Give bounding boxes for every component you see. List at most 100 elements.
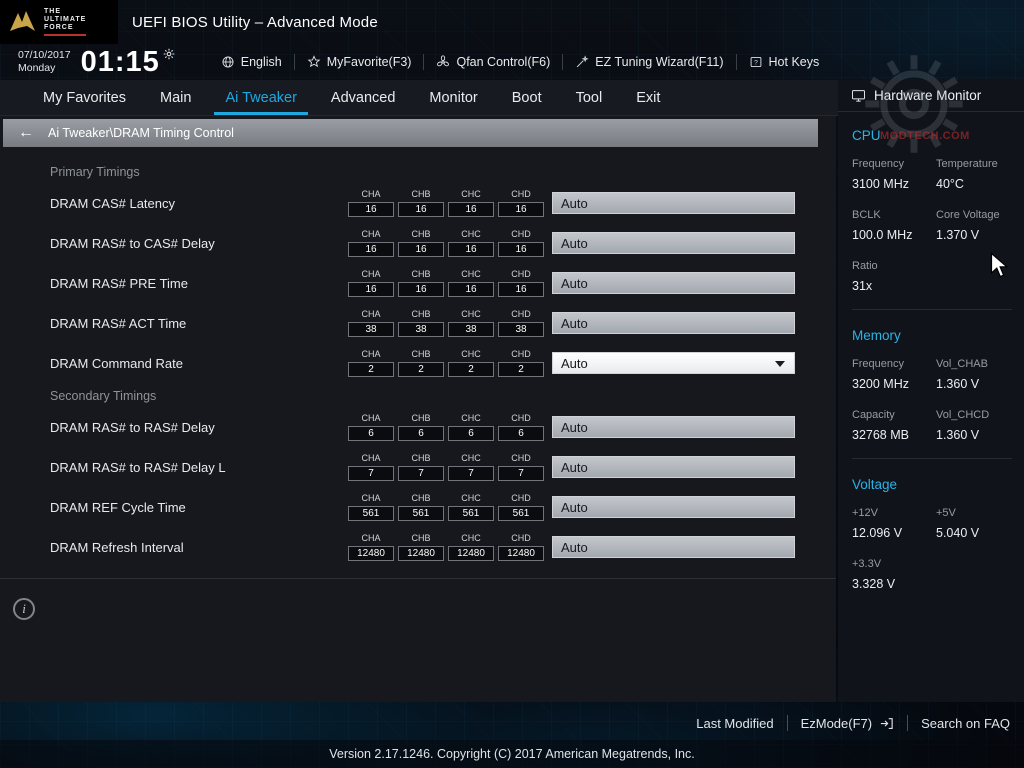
nav-tab-label: Main	[160, 89, 192, 106]
setting-value-field[interactable]: Auto	[552, 232, 795, 254]
setting-value-field[interactable]: Auto	[552, 352, 795, 374]
back-arrow-icon[interactable]: ←	[18, 125, 34, 141]
hw-metric-value: 100.0 MHz	[852, 228, 913, 242]
channel-value: 7	[498, 466, 544, 481]
settings-list: Primary Timings DRAM CAS# Latency CHA 16…	[0, 147, 836, 567]
channel-value: 12480	[398, 546, 444, 561]
tab-my-favorites[interactable]: My Favorites	[26, 80, 143, 115]
setting-value: Auto	[561, 459, 588, 475]
date-block: 07/10/2017 Monday	[18, 49, 71, 75]
setting-value-field[interactable]: Auto	[552, 312, 795, 334]
setting-value: Auto	[561, 275, 588, 291]
channel-header: CHB	[411, 453, 431, 463]
tab-exit[interactable]: Exit	[619, 80, 677, 115]
channel-value: 561	[498, 506, 544, 521]
channel-cell: CHD 16	[498, 269, 544, 297]
channel-header: CHA	[361, 309, 381, 319]
hw-metric-label: +3.3V	[852, 558, 882, 570]
setting-label: DRAM RAS# ACT Time	[50, 315, 187, 331]
channel-cell: CHA 2	[348, 349, 394, 377]
version-footer: Version 2.17.1246. Copyright (C) 2017 Am…	[0, 740, 1024, 768]
nav-tab-label: Monitor	[429, 89, 478, 106]
search-on-faq-button[interactable]: Search on FAQ	[921, 716, 1010, 731]
hw-metric-label: Vol_CHCD	[936, 409, 990, 421]
hw-metric-bclk: BCLK 100.0 MHz	[852, 209, 936, 242]
setting-value: Auto	[561, 499, 588, 515]
hardware-monitor-panel: Hardware Monitor CPU Frequency 3100 MHz …	[838, 80, 1024, 702]
setting-value-field[interactable]: Auto	[552, 456, 795, 478]
channel-header: CHD	[511, 533, 531, 543]
hw-metric-vol-chab: Vol_CHAB 1.360 V	[936, 358, 1012, 391]
channel-cell: CHD 6	[498, 413, 544, 441]
channel-values: CHA 7 CHB 7 CHC 7 CHD 7	[348, 453, 544, 481]
hw-metric-frequency: Frequency 3200 MHz	[852, 358, 936, 391]
toolbar-item-hot-keys[interactable]: ? Hot Keys	[737, 55, 832, 69]
last-modified-button[interactable]: Last Modified	[696, 716, 773, 731]
setting-row-dram-ras-to-cas-delay: DRAM RAS# to CAS# Delay CHA 16 CHB 16 CH…	[0, 223, 836, 263]
channel-header: CHC	[461, 309, 481, 319]
channel-header: CHC	[461, 229, 481, 239]
setting-label: DRAM RAS# PRE Time	[50, 275, 188, 291]
channel-cell: CHA 6	[348, 413, 394, 441]
channel-value: 7	[448, 466, 494, 481]
clock: 01:15	[80, 45, 160, 78]
toolbar-item-ez-tuning-wizard-f11[interactable]: EZ Tuning Wizard(F11)	[563, 55, 735, 69]
channel-cell: CHC 16	[448, 229, 494, 257]
tab-tool[interactable]: Tool	[559, 80, 620, 115]
hw-metric-value: 1.370 V	[936, 228, 980, 242]
nav-tab-label: Ai Tweaker	[225, 89, 297, 106]
settings-section: Primary Timings DRAM CAS# Latency CHA 16…	[0, 165, 836, 383]
setting-value-field[interactable]: Auto	[552, 536, 795, 558]
content-divider	[0, 578, 836, 579]
channel-header: CHB	[411, 309, 431, 319]
channel-header: CHC	[461, 493, 481, 503]
channel-value: 2	[348, 362, 394, 377]
channel-header: CHB	[411, 189, 431, 199]
hw-group-title: CPU	[852, 128, 881, 143]
channel-values: CHA 16 CHB 16 CHC 16 CHD 16	[348, 189, 544, 217]
setting-label: DRAM RAS# to RAS# Delay	[50, 419, 215, 435]
channel-cell: CHB 16	[398, 229, 444, 257]
setting-row-dram-cas-latency: DRAM CAS# Latency CHA 16 CHB 16 CHC 16 C…	[0, 183, 836, 223]
channel-header: CHC	[461, 453, 481, 463]
channel-values: CHA 12480 CHB 12480 CHC 12480 CHD 12480	[348, 533, 544, 561]
tab-monitor[interactable]: Monitor	[412, 80, 494, 115]
toolbar-item-label: Qfan Control(F6)	[456, 55, 551, 69]
hw-metric-value: 5.040 V	[936, 526, 980, 540]
bottom-action-bar: Last Modified EzMode(F7) Search on FAQ	[0, 706, 1024, 740]
channel-header: CHA	[361, 349, 381, 359]
channel-value: 7	[398, 466, 444, 481]
setting-label: DRAM RAS# to CAS# Delay	[50, 235, 215, 251]
toolbar-item-english[interactable]: English	[209, 55, 294, 69]
svg-text:?: ?	[754, 59, 758, 66]
section-title: Primary Timings	[50, 165, 140, 179]
hw-metric-value: 3200 MHz	[852, 377, 909, 391]
setting-value-field[interactable]: Auto	[552, 192, 795, 214]
tab-ai-tweaker[interactable]: Ai Tweaker	[208, 80, 313, 115]
toolbar-item-qfan-control-f6[interactable]: Qfan Control(F6)	[424, 55, 562, 69]
hw-metric-label: +5V	[936, 507, 956, 519]
channel-header: CHB	[411, 413, 431, 423]
channel-cell: CHD 16	[498, 189, 544, 217]
channel-header: CHB	[411, 269, 431, 279]
toolbar-item-myfavorite-f3[interactable]: MyFavorite(F3)	[295, 55, 424, 69]
clock-settings-gear-icon[interactable]	[163, 47, 175, 65]
tab-main[interactable]: Main	[143, 80, 208, 115]
ezmode-button[interactable]: EzMode(F7)	[801, 716, 895, 731]
channel-value: 16	[448, 282, 494, 297]
tab-boot[interactable]: Boot	[495, 80, 559, 115]
nav-tab-label: Boot	[511, 89, 542, 106]
setting-value-field[interactable]: Auto	[552, 496, 795, 518]
hw-metric-vol-chcd: Vol_CHCD 1.360 V	[936, 409, 1012, 442]
tab-advanced[interactable]: Advanced	[314, 80, 413, 115]
logo-text: THE ULTIMATE FORCE	[44, 8, 86, 36]
setting-value-field[interactable]: Auto	[552, 272, 795, 294]
channel-cell: CHB 2	[398, 349, 444, 377]
setting-value-field[interactable]: Auto	[552, 416, 795, 438]
channel-value: 16	[498, 202, 544, 217]
setting-row-dram-ras-to-ras-delay: DRAM RAS# to RAS# Delay CHA 6 CHB 6 CHC …	[0, 407, 836, 447]
ez-tuning-icon	[575, 55, 589, 69]
channel-values: CHA 16 CHB 16 CHC 16 CHD 16	[348, 269, 544, 297]
channel-header: CHB	[411, 533, 431, 543]
hardware-monitor-body: CPU Frequency 3100 MHz Temperature 40°C …	[838, 112, 1024, 591]
